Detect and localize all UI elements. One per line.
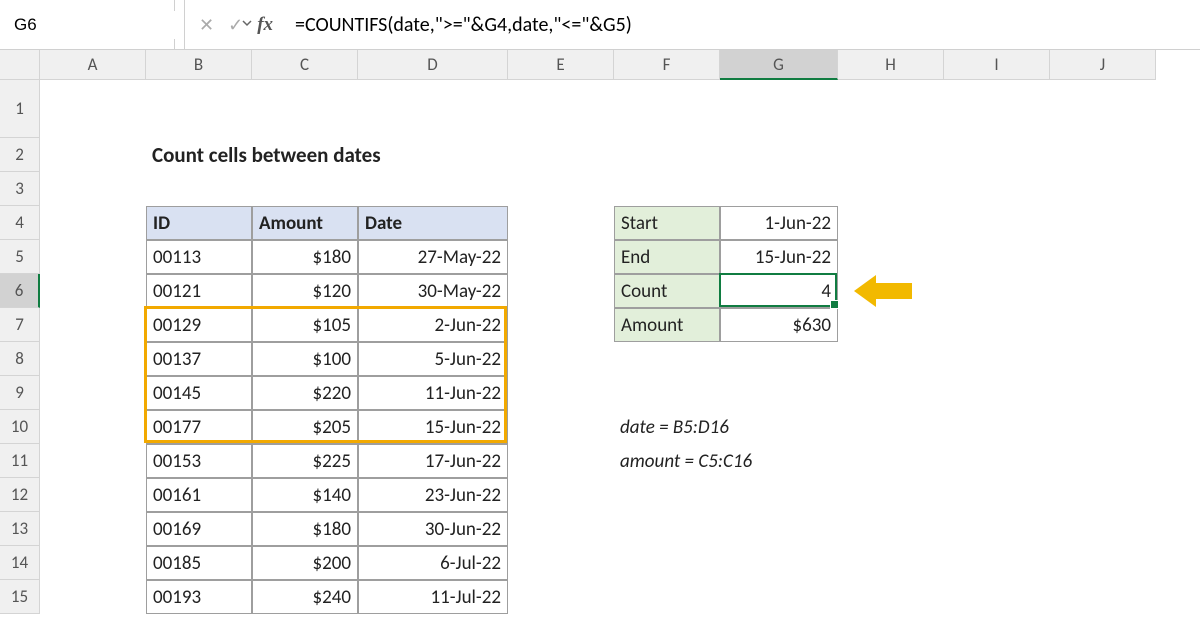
insert-function-icon[interactable]: fx [257,14,273,36]
row-header-12[interactable]: 12 [0,478,40,512]
column-header-D[interactable]: D [358,50,508,80]
table-row[interactable]: 00193 [146,580,252,614]
column-headers: ABCDEFGHIJ [40,50,1156,80]
table-row[interactable]: 5-Jun-22 [358,342,508,376]
column-header-C[interactable]: C [252,50,358,80]
column-header-B[interactable]: B [146,50,252,80]
row-header-2[interactable]: 2 [0,138,40,172]
name-box-wrap [0,0,175,49]
table-row[interactable]: 30-Jun-22 [358,512,508,546]
row-header-8[interactable]: 8 [0,342,40,376]
table-row[interactable]: 00177 [146,410,252,444]
enter-icon[interactable]: ✓ [228,14,243,36]
row-header-14[interactable]: 14 [0,546,40,580]
column-header-F[interactable]: F [614,50,720,80]
table-row[interactable]: $100 [252,342,358,376]
summary-label-end[interactable]: End [614,240,720,274]
row-header-11[interactable]: 11 [0,444,40,478]
table-row[interactable]: 00145 [146,376,252,410]
table-row[interactable]: 11-Jun-22 [358,376,508,410]
table-row[interactable]: 00169 [146,512,252,546]
title-cell[interactable]: Count cells between dates [146,138,508,172]
table-row[interactable]: $200 [252,546,358,580]
summary-value-start[interactable]: 1-Jun-22 [720,206,838,240]
formula-bar: ✕ ✓ fx [0,0,1200,50]
table-row[interactable]: 30-May-22 [358,274,508,308]
summary-label-count[interactable]: Count [614,274,720,308]
table-header-amount[interactable]: Amount [252,206,358,240]
table-row[interactable]: 23-Jun-22 [358,478,508,512]
title-text: Count cells between dates [152,142,381,168]
table-row[interactable]: 00113 [146,240,252,274]
select-all-corner[interactable] [0,50,40,80]
table-row[interactable]: $140 [252,478,358,512]
table-row[interactable]: $240 [252,580,358,614]
formula-input[interactable] [287,9,1200,41]
row-header-13[interactable]: 13 [0,512,40,546]
table-row[interactable]: 6-Jul-22 [358,546,508,580]
row-header-4[interactable]: 4 [0,206,40,240]
summary-value-amount[interactable]: $630 [720,308,838,342]
arrow-icon [874,283,912,299]
column-header-H[interactable]: H [838,50,944,80]
row-header-5[interactable]: 5 [0,240,40,274]
table-row[interactable]: $180 [252,240,358,274]
table-row[interactable]: $205 [252,410,358,444]
row-header-1[interactable]: 1 [0,80,40,138]
table-row[interactable]: 00137 [146,342,252,376]
cancel-icon[interactable]: ✕ [199,14,214,36]
table-row[interactable]: 00185 [146,546,252,580]
table-row[interactable]: 00153 [146,444,252,478]
row-headers: 123456789101112131415 [0,80,40,614]
table-row[interactable]: 17-Jun-22 [358,444,508,478]
row-header-15[interactable]: 15 [0,580,40,614]
table-row[interactable]: 27-May-22 [358,240,508,274]
table-row[interactable]: $120 [252,274,358,308]
column-header-J[interactable]: J [1050,50,1156,80]
table-row[interactable]: $220 [252,376,358,410]
column-header-G[interactable]: G [720,50,838,80]
summary-label-amount[interactable]: Amount [614,308,720,342]
table-row[interactable]: $225 [252,444,358,478]
table-row[interactable]: 11-Jul-22 [358,580,508,614]
table-row[interactable]: 00129 [146,308,252,342]
table-row[interactable]: 00121 [146,274,252,308]
row-header-9[interactable]: 9 [0,376,40,410]
divider [175,0,185,49]
table-header-date[interactable]: Date [358,206,508,240]
summary-value-end[interactable]: 15-Jun-22 [720,240,838,274]
table-row[interactable]: $180 [252,512,358,546]
column-header-I[interactable]: I [944,50,1050,80]
summary-value-count[interactable]: 4 [720,274,838,308]
row-header-6[interactable]: 6 [0,274,40,308]
column-header-A[interactable]: A [40,50,146,80]
row-header-3[interactable]: 3 [0,172,40,206]
summary-label-start[interactable]: Start [614,206,720,240]
column-header-E[interactable]: E [508,50,614,80]
table-row[interactable]: 2-Jun-22 [358,308,508,342]
table-header-id[interactable]: ID [146,206,252,240]
note-date[interactable]: date = B5:D16 [614,410,944,444]
table-row[interactable]: $105 [252,308,358,342]
row-header-7[interactable]: 7 [0,308,40,342]
row-header-10[interactable]: 10 [0,410,40,444]
note-amount[interactable]: amount = C5:C16 [614,444,944,478]
formula-buttons: ✕ ✓ fx [185,14,287,36]
table-row[interactable]: 00161 [146,478,252,512]
table-row[interactable]: 15-Jun-22 [358,410,508,444]
